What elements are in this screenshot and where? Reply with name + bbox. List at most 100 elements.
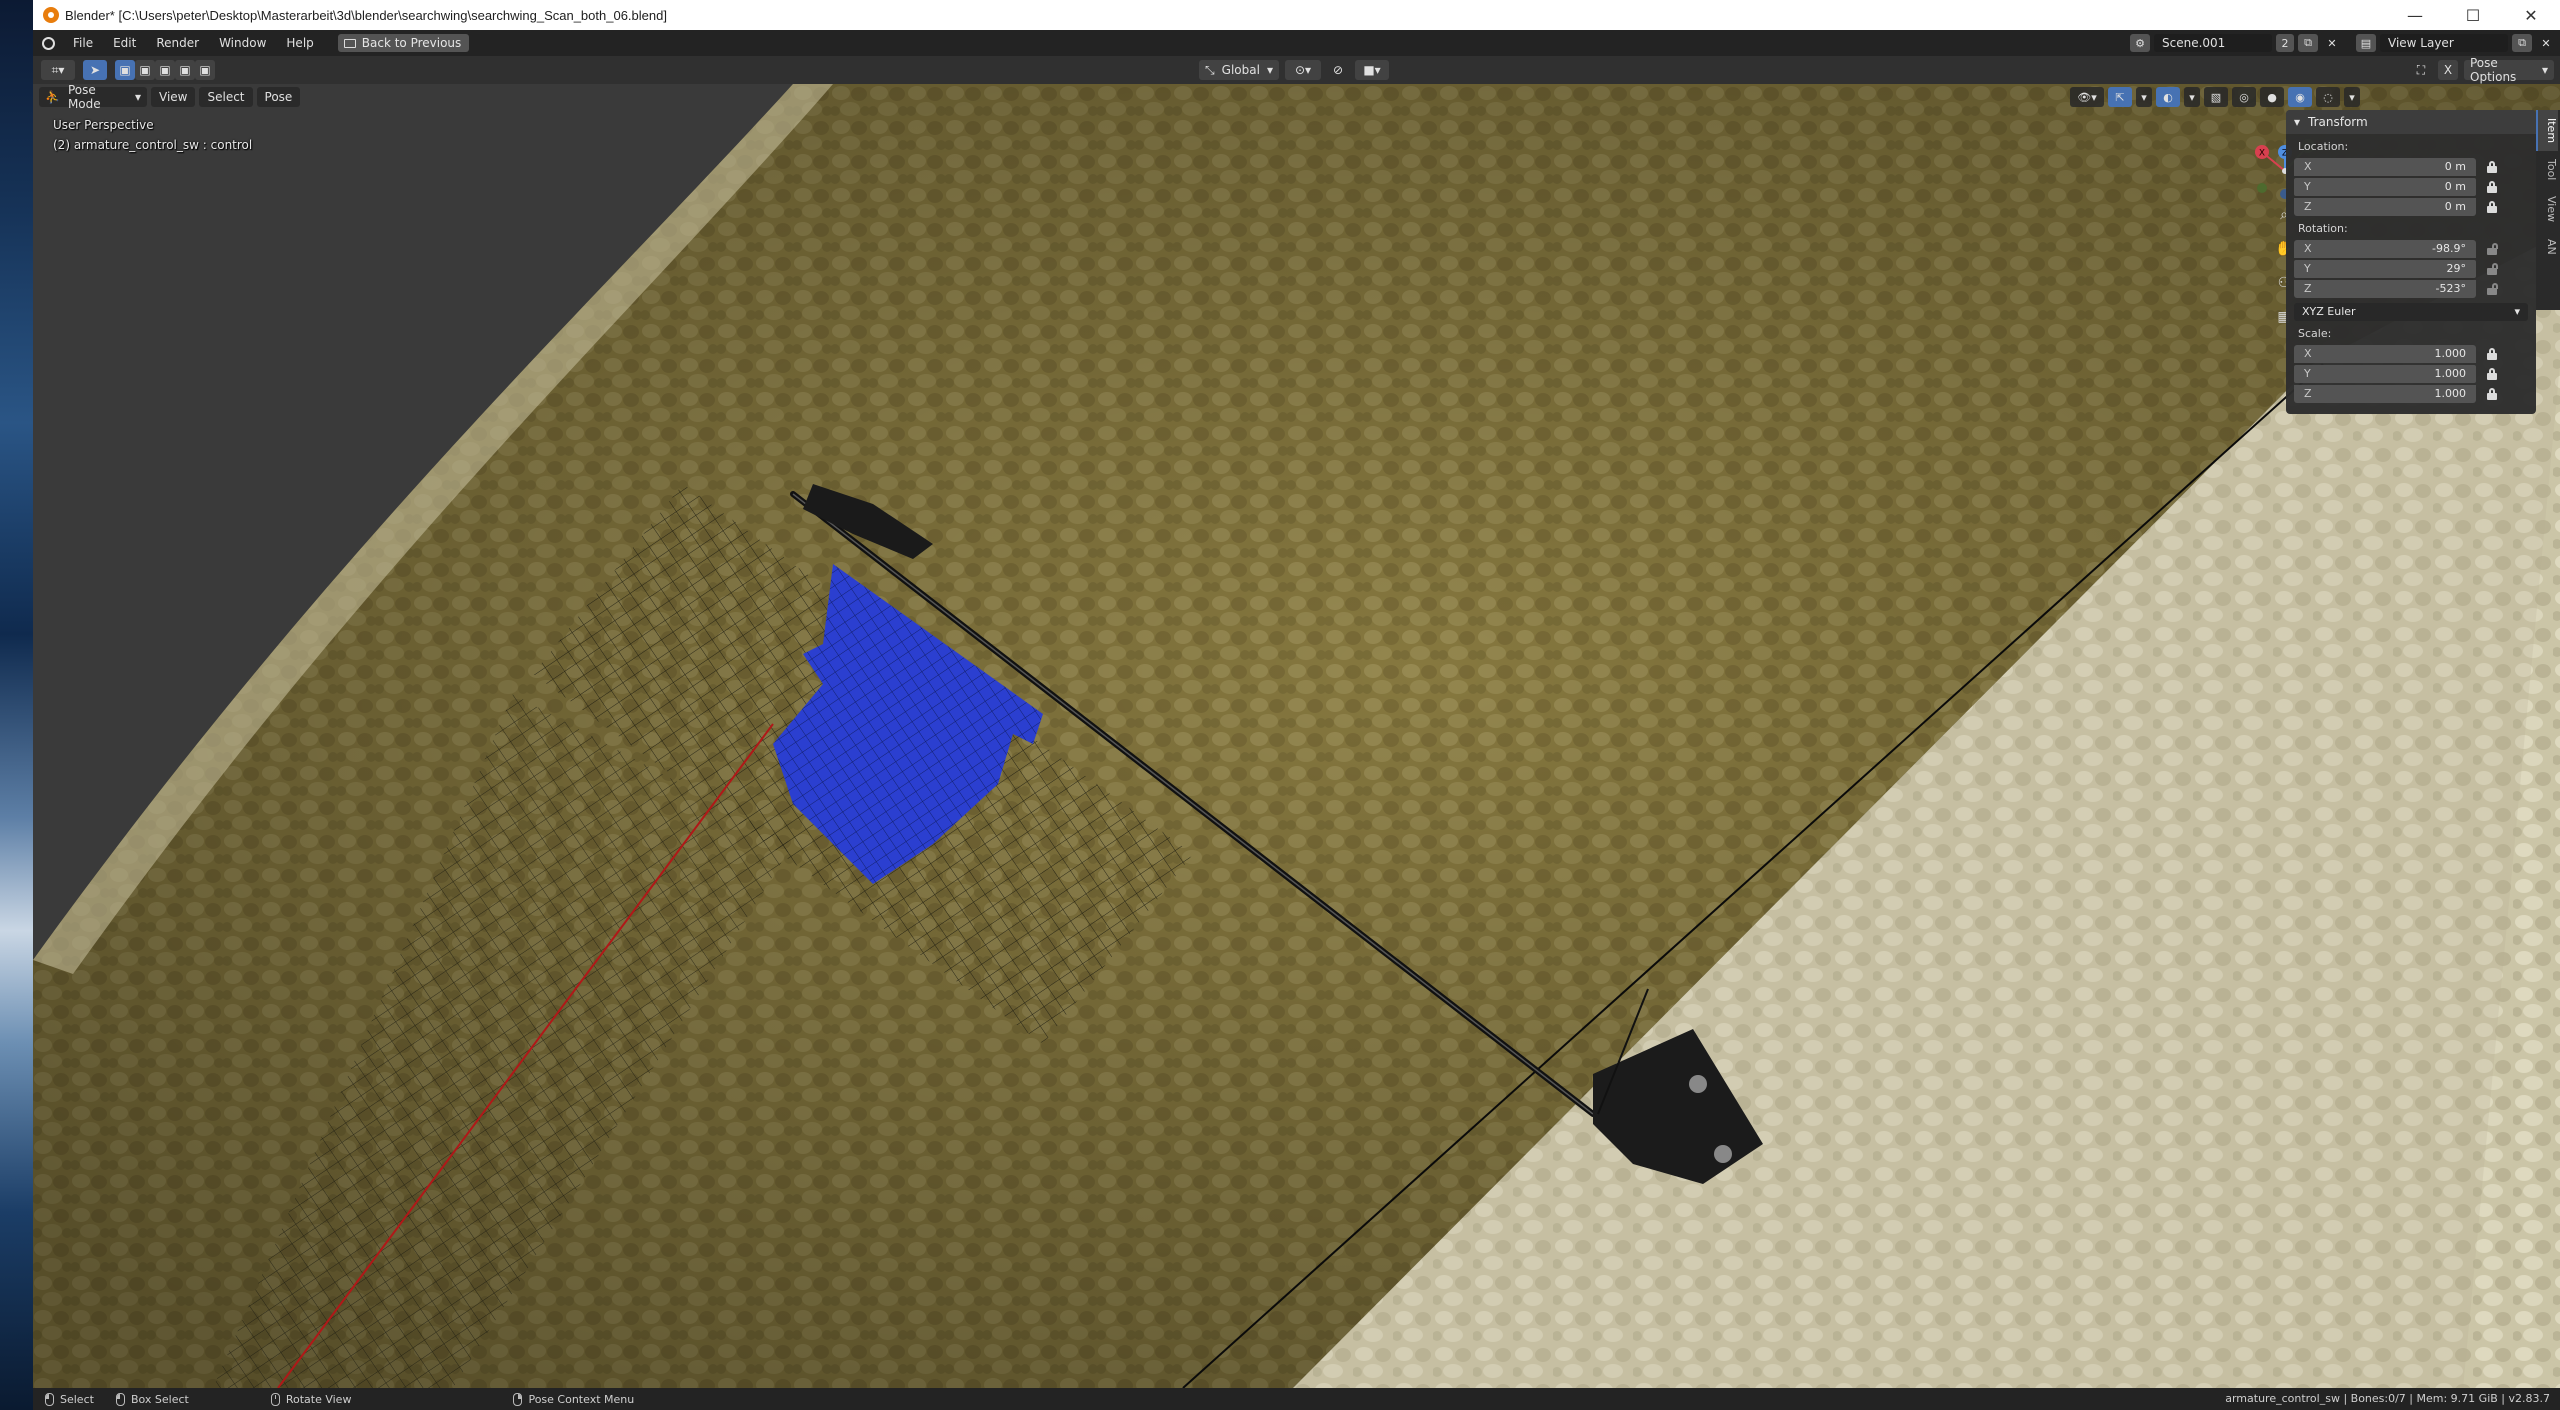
minimize-button[interactable]: — (2386, 0, 2444, 30)
select-mode-intersect-icon[interactable]: ▣ (195, 60, 215, 80)
rotation-x-row: X -98.9° (2286, 239, 2536, 258)
rotation-z-field[interactable]: Z -523° (2294, 279, 2476, 298)
transform-orientation-dropdown[interactable]: ⤡ Global ▾ (1199, 60, 1279, 80)
lock-icon[interactable] (2486, 347, 2498, 360)
rotation-y-field[interactable]: Y 29° (2294, 259, 2476, 278)
tab-item[interactable]: Item (2536, 110, 2558, 152)
new-view-layer-icon[interactable]: ⧉ (2512, 34, 2532, 52)
shading-rendered-icon[interactable]: ◌ (2316, 87, 2340, 107)
snap-icon[interactable]: ⊘ (1327, 60, 1349, 80)
scale-y-field[interactable]: Y 1.000 (2294, 364, 2476, 383)
select-mode-invert-icon[interactable]: ▣ (175, 60, 195, 80)
remove-view-layer-icon[interactable]: ✕ (2536, 34, 2556, 52)
chevron-down-icon: ▾ (2541, 63, 2548, 77)
scale-x-row: X 1.000 (2286, 344, 2536, 363)
status-stats: armature_control_sw | Bones:0/7 | Mem: 9… (2225, 1392, 2550, 1405)
editor-type-icon[interactable]: ⌗▾ (41, 60, 75, 80)
scale-x-field[interactable]: X 1.000 (2294, 344, 2476, 363)
unlock-icon[interactable] (2486, 242, 2498, 255)
select-mode-extend-icon[interactable]: ▣ (135, 60, 155, 80)
transform-affect-icon[interactable]: ⛶ (2410, 60, 2432, 80)
location-y-field[interactable]: Y0 m (2294, 177, 2476, 196)
shading-wireframe-icon[interactable]: ◎ (2232, 87, 2256, 107)
gizmo-toggle-icon[interactable]: ⇱ (2108, 87, 2132, 107)
status-select: Select (45, 1392, 94, 1406)
scale-z-field[interactable]: Z 1.000 (2294, 384, 2476, 403)
menu-window[interactable]: Window (209, 30, 276, 56)
perspective-label: User Perspective (53, 118, 154, 132)
gizmo-x-label: X (2259, 149, 2265, 159)
tab-an[interactable]: AN (2536, 231, 2558, 263)
location-y-row: Y0 m (2286, 177, 2536, 196)
chevron-down-icon: ▾ (1266, 63, 1273, 77)
pose-options-dropdown[interactable]: Pose Options ▾ (2464, 56, 2554, 84)
rotation-x-field[interactable]: X -98.9° (2294, 239, 2476, 258)
menu-help[interactable]: Help (276, 30, 323, 56)
active-object-label: (2) armature_control_sw : control (53, 138, 253, 152)
pivot-point-icon[interactable]: ⊙▾ (1285, 60, 1321, 80)
tab-tool[interactable]: Tool (2536, 151, 2558, 188)
lock-icon[interactable] (2486, 160, 2498, 173)
scene-name-field[interactable]: Scene.001 (2154, 34, 2272, 52)
transform-panel-header[interactable]: ▾ Transform (2286, 110, 2536, 134)
menu-file[interactable]: File (63, 30, 103, 56)
desktop-background (0, 0, 33, 1410)
xray-toggle-icon[interactable]: ▧ (2204, 87, 2228, 107)
select-mode-new-icon[interactable]: ▣ (115, 60, 135, 80)
chevron-down-icon: ▾ (134, 90, 141, 104)
rotation-mode-value: XYZ Euler (2302, 305, 2356, 318)
lock-icon[interactable] (2486, 387, 2498, 400)
view-layer-field[interactable]: View Layer (2380, 34, 2508, 52)
status-box-select-label: Box Select (130, 1392, 189, 1406)
rotation-mode-row: XYZ Euler ▾ (2286, 302, 2536, 321)
pose-mode-icon: ⛹ (45, 90, 60, 104)
rotation-mode-dropdown[interactable]: XYZ Euler ▾ (2294, 302, 2528, 321)
unlock-icon[interactable] (2486, 262, 2498, 275)
overlay-dropdown-icon[interactable]: ▾ (2184, 87, 2200, 107)
close-button[interactable]: ✕ (2502, 0, 2560, 30)
shading-solid-icon[interactable]: ● (2260, 87, 2284, 107)
maximize-button[interactable]: ☐ (2444, 0, 2502, 30)
new-scene-icon[interactable]: ⧉ (2298, 34, 2318, 52)
scene-render (33, 84, 2560, 1388)
status-rotate-view: Rotate View (270, 1392, 351, 1406)
x-mirror-button[interactable]: X (2438, 60, 2458, 80)
location-z-row: Z0 m (2286, 197, 2536, 216)
top-bar: File Edit Render Window Help Back to Pre… (33, 30, 2560, 56)
back-to-previous-label: Back to Previous (361, 36, 462, 50)
lock-icon[interactable] (2486, 180, 2498, 193)
viewport-menu-view[interactable]: View (151, 87, 196, 107)
back-to-previous-button[interactable]: Back to Previous (337, 34, 470, 52)
shading-dropdown-icon[interactable]: ▾ (2344, 87, 2360, 107)
gizmo-dropdown-icon[interactable]: ▾ (2136, 87, 2152, 107)
menu-edit[interactable]: Edit (103, 30, 146, 56)
mouse-middle-icon (270, 1392, 280, 1406)
location-z-field[interactable]: Z0 m (2294, 197, 2476, 216)
location-label: Location: (2298, 140, 2349, 153)
blender-menu-icon[interactable] (33, 30, 63, 56)
overlay-toggle-icon[interactable]: ◐ (2156, 87, 2180, 107)
3d-viewport[interactable]: ⛹ Pose Mode ▾ View Select Pose User Pers… (33, 84, 2560, 1388)
scene-icon[interactable]: ⚙ (2130, 34, 2150, 52)
status-select-label: Select (60, 1392, 94, 1406)
menu-render[interactable]: Render (146, 30, 209, 56)
view-layer-icon[interactable]: ▤ (2356, 34, 2376, 52)
rotation-y-row: Y 29° (2286, 259, 2536, 278)
viewport-menu-select[interactable]: Select (199, 87, 253, 107)
lock-icon[interactable] (2486, 200, 2498, 213)
interaction-mode-dropdown[interactable]: ⛹ Pose Mode ▾ (39, 84, 147, 111)
select-mode-subtract-icon[interactable]: ▣ (155, 60, 175, 80)
location-x-field[interactable]: X0 m (2294, 157, 2476, 176)
select-tool-icon[interactable]: ➤ (83, 60, 107, 80)
remove-scene-icon[interactable]: ✕ (2322, 34, 2342, 52)
tab-view[interactable]: View (2536, 188, 2558, 230)
viewport-shading-toolbar: 👁▾ ⇱ ▾ ◐ ▾ ▧ ◎ ● ◉ ◌ ▾ (2070, 86, 2360, 108)
unlock-icon[interactable] (2486, 282, 2498, 295)
snap-target-icon[interactable]: ■▾ (1355, 60, 1389, 80)
visibility-icon[interactable]: 👁▾ (2070, 87, 2104, 107)
lock-icon[interactable] (2486, 367, 2498, 380)
viewport-menu-pose[interactable]: Pose (256, 87, 301, 107)
screen-icon (343, 38, 356, 48)
shading-material-icon[interactable]: ◉ (2288, 87, 2312, 107)
status-box-select: Box Select (115, 1392, 189, 1406)
